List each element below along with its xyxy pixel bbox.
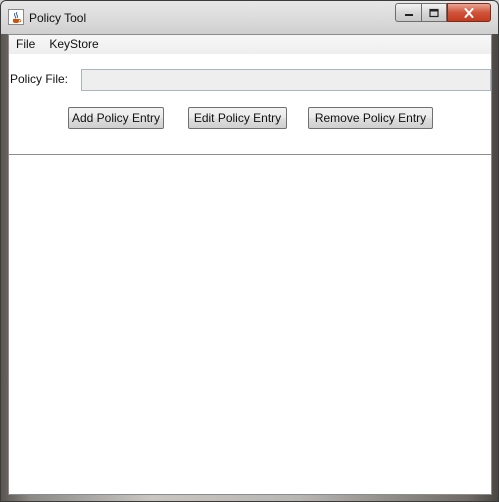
policy-file-panel: Policy File: Add Policy Entry Edit Polic… (9, 54, 491, 155)
menu-file[interactable]: File (9, 35, 42, 54)
window-title: Policy Tool (29, 11, 87, 25)
title-bar[interactable]: Policy Tool (1, 1, 498, 34)
maximize-button[interactable] (421, 3, 447, 22)
policy-file-label: Policy File: (10, 72, 69, 86)
maximize-icon (429, 8, 439, 17)
policy-entries-list[interactable] (9, 155, 491, 494)
remove-policy-entry-button[interactable]: Remove Policy Entry (308, 107, 433, 129)
menu-bar: File KeyStore (9, 35, 491, 54)
edit-policy-entry-button[interactable]: Edit Policy Entry (188, 107, 287, 129)
minimize-icon (404, 13, 413, 16)
menu-keystore[interactable]: KeyStore (42, 35, 105, 54)
policy-tool-window: Policy Tool File KeyStore Policy File: A… (0, 0, 499, 502)
add-policy-entry-button[interactable]: Add Policy Entry (68, 107, 164, 129)
close-icon (464, 7, 474, 18)
client-area: File KeyStore Policy File: Add Policy En… (8, 34, 492, 495)
minimize-button[interactable] (395, 3, 421, 22)
close-button[interactable] (447, 3, 491, 22)
java-cup-icon[interactable] (8, 9, 24, 25)
window-controls (395, 3, 491, 22)
policy-file-field[interactable] (81, 69, 491, 91)
